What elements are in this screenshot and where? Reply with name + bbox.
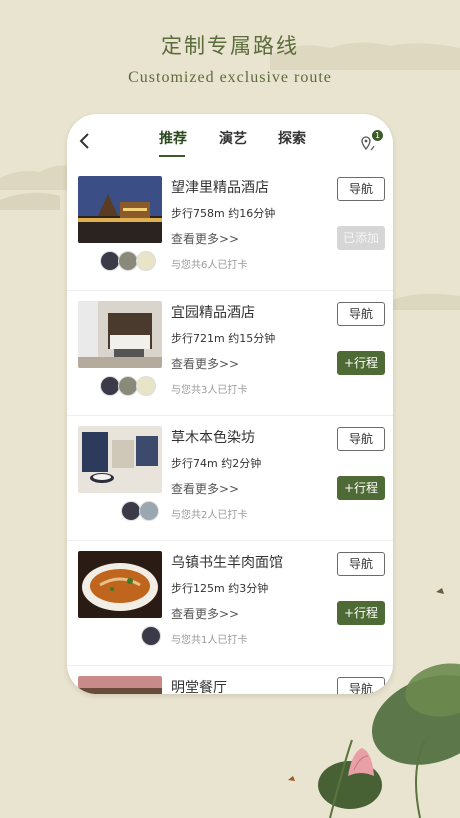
page-subtitle: Customized exclusive route <box>128 69 332 86</box>
checkin-count: 与您共3人已打卡 <box>171 385 248 396</box>
added-button[interactable]: 已添加 <box>337 226 385 250</box>
list-item[interactable]: 宜园精品酒店 步行721m 约15分钟 查看更多>> 与您共3人已打卡 导航 +… <box>67 291 393 416</box>
hotel-photo <box>78 176 162 243</box>
dye-workshop-photo <box>78 426 162 493</box>
walking-distance: 步行74m 约2分钟 <box>171 457 262 470</box>
place-name: 草木本色染坊 <box>171 430 255 446</box>
hotel-room-photo <box>78 301 162 368</box>
avatar <box>136 251 156 271</box>
list-item[interactable]: 明堂餐厅 导航 <box>67 666 393 694</box>
list-item[interactable]: 草木本色染坊 步行74m 约2分钟 查看更多>> 与您共2人已打卡 导航 +行程 <box>67 416 393 541</box>
restaurant-photo <box>78 676 162 694</box>
navigate-button[interactable]: 导航 <box>337 302 385 326</box>
view-more-link[interactable]: 查看更多>> <box>171 355 239 372</box>
walking-distance: 步行758m 约16分钟 <box>171 207 276 220</box>
back-arrow-icon[interactable] <box>77 132 95 150</box>
navigate-button[interactable]: 导航 <box>337 677 385 694</box>
avatar <box>141 626 161 646</box>
navigate-button[interactable]: 导航 <box>337 552 385 576</box>
view-more-link[interactable]: 查看更多>> <box>171 480 239 497</box>
tab-performance[interactable]: 演艺 <box>219 128 247 148</box>
place-name: 乌镇书生羊肉面馆 <box>171 555 283 571</box>
walking-distance: 步行721m 约15分钟 <box>171 332 276 345</box>
add-to-itinerary-button[interactable]: +行程 <box>337 476 385 500</box>
add-to-itinerary-button[interactable]: +行程 <box>337 351 385 375</box>
add-to-itinerary-button[interactable]: +行程 <box>337 601 385 625</box>
place-name: 明堂餐厅 <box>171 680 227 694</box>
checkin-count: 与您共2人已打卡 <box>171 510 248 521</box>
top-nav: 推荐 演艺 探索 1 <box>67 114 393 166</box>
place-name: 望津里精品酒店 <box>171 180 269 196</box>
navigate-button[interactable]: 导航 <box>337 427 385 451</box>
avatar <box>136 376 156 396</box>
page-title: 定制专属路线 <box>161 34 299 58</box>
avatar <box>100 376 120 396</box>
view-more-link[interactable]: 查看更多>> <box>171 230 239 247</box>
avatar <box>118 376 138 396</box>
tab-explore[interactable]: 探索 <box>278 128 306 148</box>
noodle-photo <box>78 551 162 618</box>
place-name: 宜园精品酒店 <box>171 305 255 321</box>
list-item[interactable]: 望津里精品酒店 步行758m 约16分钟 查看更多>> 与您共6人已打卡 导航 … <box>67 166 393 291</box>
avatar <box>139 501 159 521</box>
active-tab-indicator <box>159 155 185 157</box>
avatar <box>118 251 138 271</box>
walking-distance: 步行125m 约3分钟 <box>171 582 269 595</box>
navigate-button[interactable]: 导航 <box>337 177 385 201</box>
route-card: 推荐 演艺 探索 1 望津里精品酒店 步行758m 约16分钟 查看更多>> 与… <box>67 114 393 694</box>
route-count-badge: 1 <box>372 130 383 141</box>
checkin-count: 与您共1人已打卡 <box>171 635 248 646</box>
view-more-link[interactable]: 查看更多>> <box>171 605 239 622</box>
avatar <box>121 501 141 521</box>
place-list: 望津里精品酒店 步行758m 约16分钟 查看更多>> 与您共6人已打卡 导航 … <box>67 166 393 694</box>
list-item[interactable]: 乌镇书生羊肉面馆 步行125m 约3分钟 查看更多>> 与您共1人已打卡 导航 … <box>67 541 393 666</box>
checkin-count: 与您共6人已打卡 <box>171 260 248 271</box>
avatar <box>100 251 120 271</box>
tab-recommend[interactable]: 推荐 <box>159 128 187 148</box>
